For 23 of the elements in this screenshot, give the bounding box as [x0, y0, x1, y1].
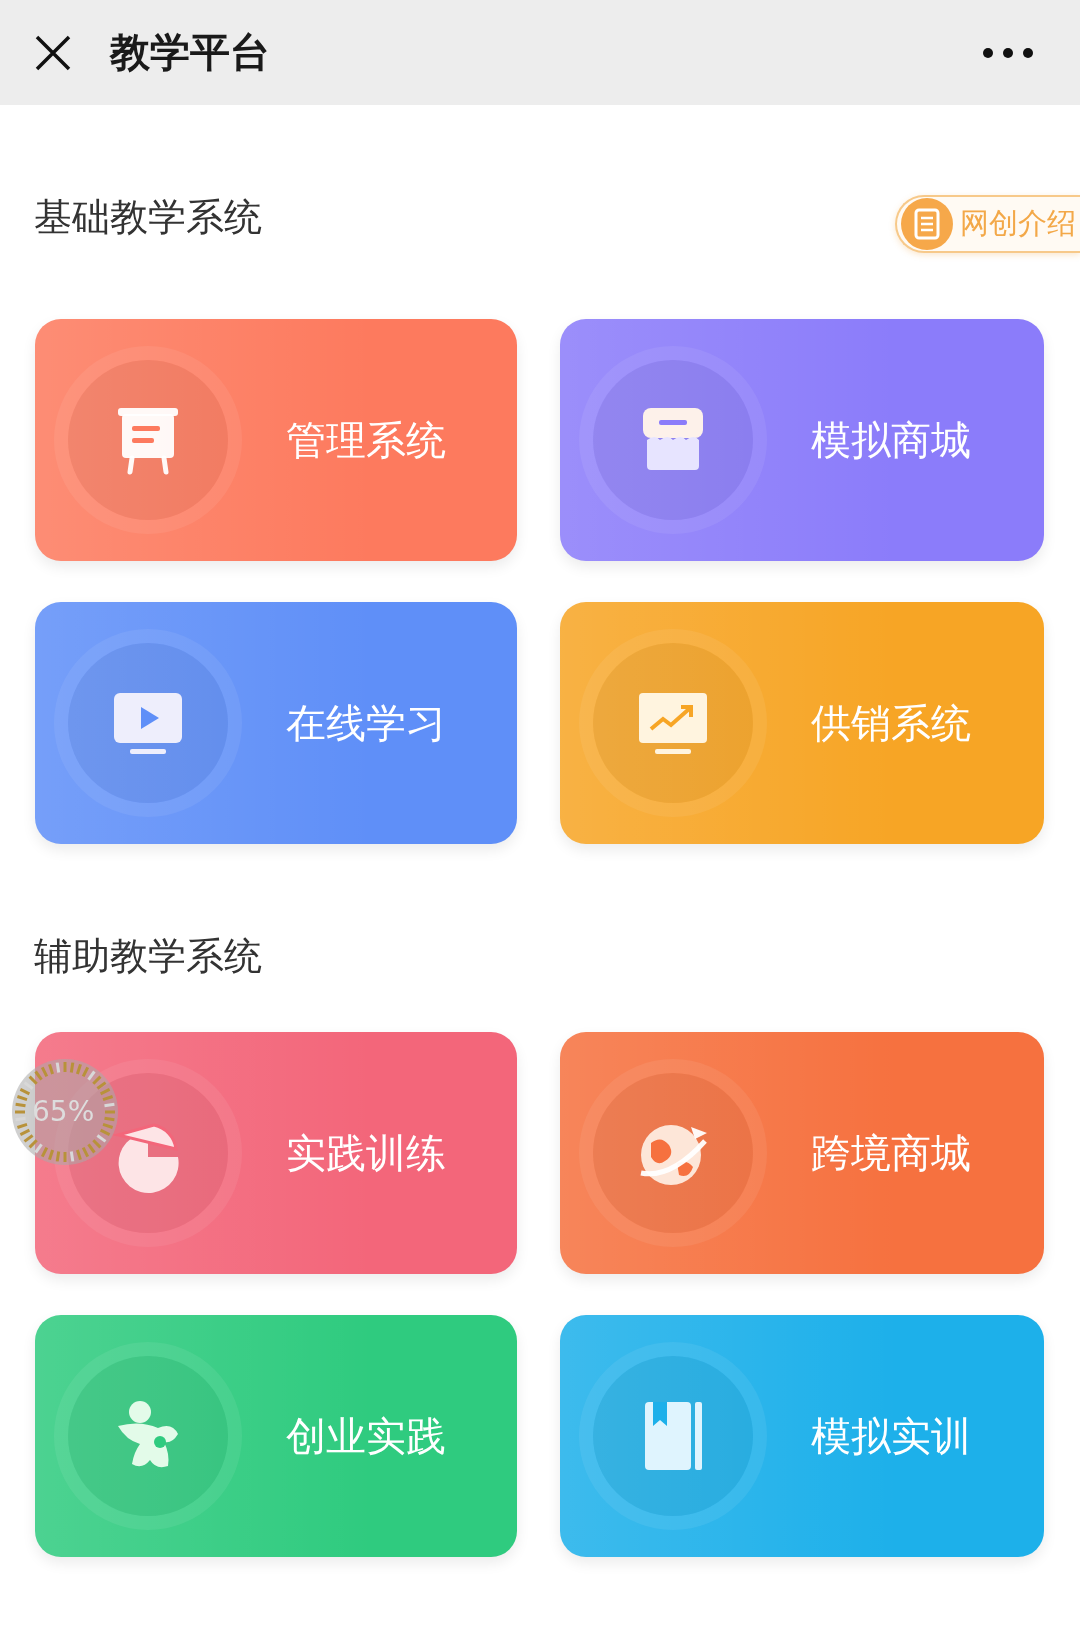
system-card[interactable]: 管理系统 — [35, 319, 517, 561]
card-title: 模拟商城 — [811, 415, 971, 465]
document-icon — [900, 197, 954, 251]
card-title: 跨境商城 — [811, 1128, 971, 1178]
section-heading: 辅助教学系统 — [34, 934, 262, 978]
card-title: 在线学习 — [286, 698, 446, 748]
more-icon[interactable] — [982, 46, 1034, 59]
system-card[interactable]: 跨境商城 — [560, 1032, 1044, 1274]
system-card[interactable]: 模拟商城 — [560, 319, 1044, 561]
system-card[interactable]: 供销系统 — [560, 602, 1044, 844]
card-title: 管理系统 — [286, 415, 446, 465]
page-title: 教学平台 — [110, 28, 271, 77]
section-heading: 基础教学系统 — [34, 195, 262, 239]
system-card[interactable]: 模拟实训 — [560, 1315, 1044, 1557]
progress-percent: 65% — [32, 1095, 95, 1129]
system-card[interactable]: 在线学习 — [35, 602, 517, 844]
card-title: 创业实践 — [286, 1411, 446, 1461]
card-title: 模拟实训 — [811, 1411, 971, 1461]
card-title: 实践训练 — [286, 1128, 446, 1178]
system-card[interactable]: 创业实践 — [35, 1315, 517, 1557]
intro-button[interactable]: 网创介绍 — [895, 195, 1080, 253]
close-icon[interactable] — [34, 33, 72, 72]
card-title: 供销系统 — [811, 698, 971, 748]
